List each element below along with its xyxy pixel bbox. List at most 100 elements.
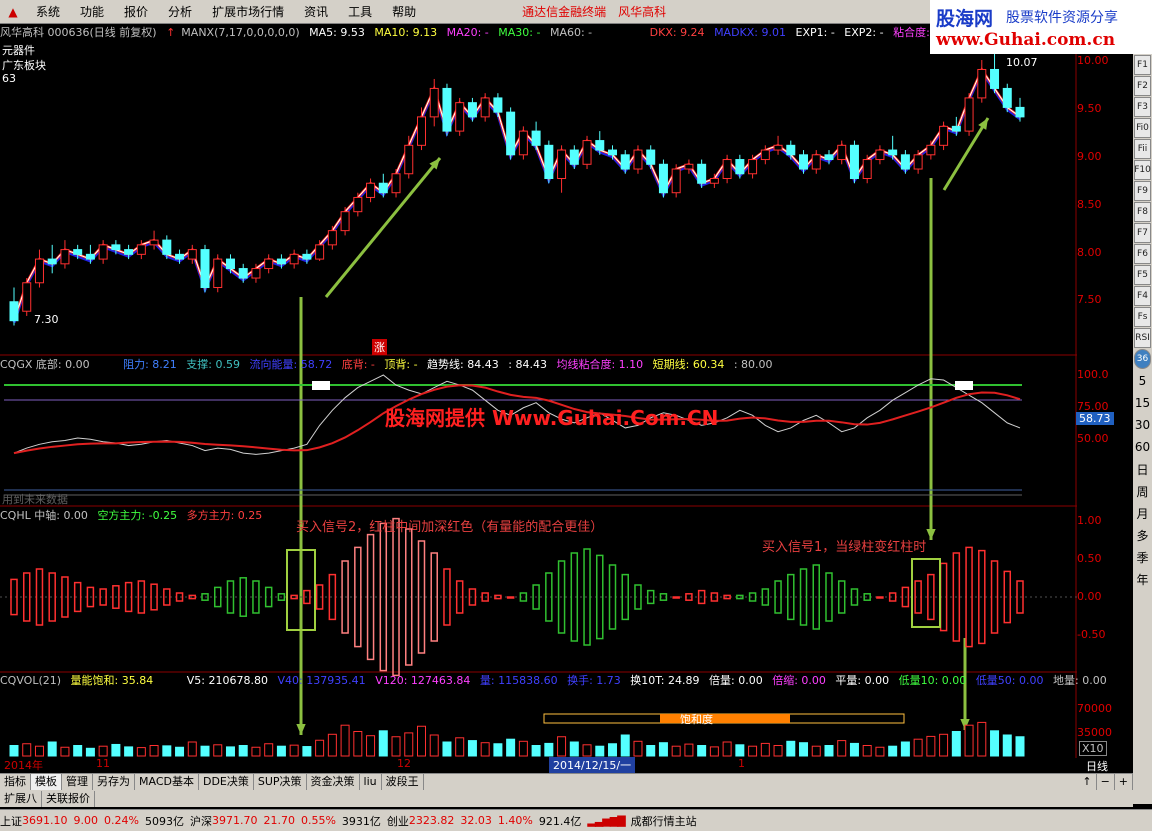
candle-body (289, 253, 299, 265)
menu-item-function[interactable]: 功能 (70, 3, 114, 20)
volume-bar (60, 746, 70, 757)
volume-bar (862, 745, 872, 757)
tab-extension[interactable]: 扩展八 (0, 790, 42, 807)
candle-body (786, 144, 796, 156)
toolbar-button[interactable]: 36 (1134, 349, 1151, 369)
toolbar-button[interactable]: F10 (1134, 160, 1151, 180)
toolbar-button[interactable]: Fi0 (1134, 118, 1151, 138)
vol-x10-label[interactable]: X10 (1079, 741, 1107, 756)
candle-body (366, 182, 376, 198)
cqhl-bar (876, 596, 884, 599)
candle-body (697, 163, 707, 184)
status-bar: 上证 3691.10 9.00 0.24% 5093亿 沪深 3971.70 2… (0, 809, 1152, 831)
menu-item-news[interactable]: 资讯 (294, 3, 338, 20)
cqhl-ytick: -0.50 (1077, 628, 1106, 641)
stock-title-link[interactable]: 风华高科 (612, 3, 672, 20)
tab-dde[interactable]: DDE决策 (199, 774, 254, 790)
brand-name: 股海网 (936, 8, 994, 30)
tab-template[interactable]: 模板 (31, 774, 62, 790)
period-button[interactable]: 年 (1133, 568, 1152, 590)
toolbar-button[interactable]: RSI (1134, 328, 1151, 348)
toolbar-button[interactable]: F7 (1134, 223, 1151, 243)
period-button[interactable]: 5 (1133, 370, 1152, 392)
candle-body (302, 253, 312, 260)
sz-index-amount: 3931亿 (341, 814, 381, 828)
volume-bar (429, 734, 439, 757)
volume-bar (289, 744, 299, 757)
tab-manage[interactable]: 管理 (62, 774, 93, 790)
toolbar-button[interactable]: F1 (1134, 55, 1151, 75)
cqhl-duo: 多方主力: 0.25 (186, 509, 263, 522)
period-button[interactable]: 60 (1133, 436, 1152, 458)
toolbar-button[interactable]: F9 (1134, 181, 1151, 201)
tab-fund[interactable]: 资金决策 (307, 774, 360, 790)
tab-sup[interactable]: SUP决策 (254, 774, 307, 790)
menu-item-quote[interactable]: 报价 (114, 3, 158, 20)
candle-body (175, 253, 185, 260)
tab-macd[interactable]: MACD基本 (135, 774, 199, 790)
ma20-value: MA20: - (446, 26, 489, 39)
cqvol-v40: V40: 137935.41 (277, 674, 366, 687)
toolbar-button[interactable]: F8 (1134, 202, 1151, 222)
price-ytick: 7.50 (1077, 293, 1102, 306)
period-button[interactable]: 多 (1133, 524, 1152, 546)
candle-body (544, 144, 554, 179)
toolbar-button[interactable]: F2 (1134, 76, 1151, 96)
sh-index-pct: 0.24% (104, 814, 139, 827)
menu-item-tools[interactable]: 工具 (338, 3, 382, 20)
period-button[interactable]: 周 (1133, 480, 1152, 502)
cy-index-change: 32.03 (460, 814, 492, 827)
candle-body (964, 97, 974, 132)
period-button[interactable]: 30 (1133, 414, 1152, 436)
toolbar-button[interactable]: F3 (1134, 97, 1151, 117)
cqvol-diliang10: 低量10: 0.00 (898, 674, 967, 687)
candle-body (327, 230, 337, 246)
menu-item-system[interactable]: 系统 (26, 3, 70, 20)
candle-body (684, 163, 694, 170)
toolbar-button[interactable]: F4 (1134, 286, 1151, 306)
tab-indicator[interactable]: 指标 (0, 774, 31, 790)
volume-bar (697, 745, 707, 757)
volume-bar (416, 725, 426, 757)
period-button[interactable]: 月 (1133, 502, 1152, 524)
server-station[interactable]: 成都行情主站 (631, 813, 697, 829)
volume-bar (913, 738, 923, 757)
candle-body (416, 116, 426, 146)
candle-body (264, 258, 274, 270)
zoom-in-button[interactable]: + (1115, 774, 1133, 790)
ma30-value: MA30: - (498, 26, 541, 39)
candle-body (213, 258, 223, 289)
sh-index-label: 上证 (0, 814, 22, 828)
cqgx-ytick: 50.00 (1077, 432, 1109, 445)
toolbar-button[interactable]: Fii (1134, 139, 1151, 159)
candle-body (1015, 106, 1025, 118)
candle-body (276, 258, 286, 265)
tab-bodwang[interactable]: 波段王 (382, 774, 424, 790)
cqgx-v2: : 84.43 (508, 358, 547, 371)
scroll-up-button[interactable]: ↑ (1078, 774, 1097, 790)
zoom-out-button[interactable]: − (1097, 774, 1115, 790)
toolbar-button[interactable]: Fs (1134, 307, 1151, 327)
volume-bar (200, 745, 210, 757)
volume-bar (658, 742, 668, 757)
terminal-title-link[interactable]: 通达信金融终端 (516, 3, 612, 20)
tab-related-quote[interactable]: 关联报价 (42, 790, 95, 807)
toolbar-button[interactable]: F6 (1134, 244, 1151, 264)
menu-item-analysis[interactable]: 分析 (158, 3, 202, 20)
candle-body (22, 282, 32, 312)
period-button[interactable]: 季 (1133, 546, 1152, 568)
volume-bar (1015, 736, 1025, 757)
menu-item-extended-market[interactable]: 扩展市场行情 (202, 3, 294, 20)
period-button[interactable]: 15 (1133, 392, 1152, 414)
cqvol-beiliang: 倍量: 0.00 (709, 674, 763, 687)
volume-bar (467, 740, 477, 757)
candle-body (467, 102, 477, 118)
tab-liu[interactable]: liu (360, 774, 382, 790)
period-button[interactable]: 日 (1133, 458, 1152, 480)
toolbar-button[interactable]: F5 (1134, 265, 1151, 285)
tab-save-as[interactable]: 另存为 (93, 774, 135, 790)
menu-item-help[interactable]: 帮助 (382, 3, 426, 20)
cy-index-value: 2323.82 (408, 814, 455, 827)
x-axis-label: 11 (96, 757, 110, 770)
stock-title: 风华高科 000636(日线 前复权) (0, 26, 157, 39)
